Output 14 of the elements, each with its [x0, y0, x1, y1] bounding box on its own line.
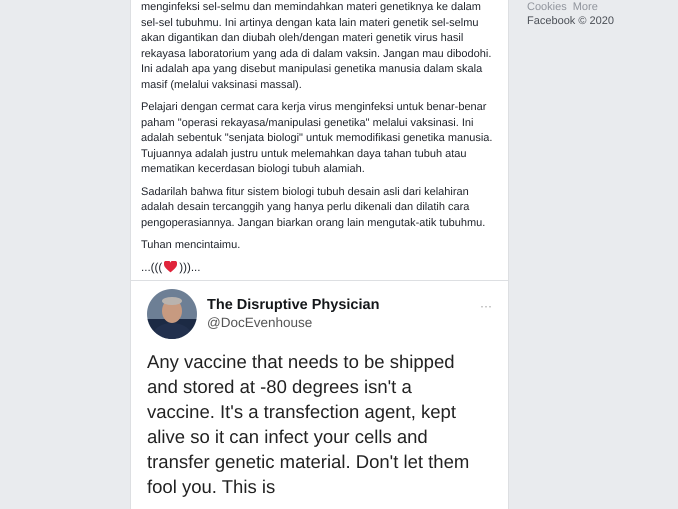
footer-link[interactable]: More	[572, 0, 598, 14]
more-options: ···	[480, 288, 492, 312]
post-paragraph: Pelajari dengan cermat cara kerja virus menginfeksi untuk benar-benar paham "operasi rekayasa/manipulasi genetika" melalui vaksinasi. Ini adalah sebentuk "senjata biologi" untuk memodifikasi genetika manusia. Tujuannya adalah justru untuk melemahkan daya tahan tubuh atau mematikan kecerdasan biologi tubuh alamiah.	[141, 100, 494, 177]
tweet-text: Any vaccine that needs to be shipped and stored at -80 degrees isn't a vaccine. It's a transfection agent, kept alive so it can infect your cells and transfer genetic material. Don't let them fool you. This is	[147, 350, 470, 498]
heart-icon	[164, 261, 178, 273]
post-paragraph: menginfeksi sel-selmu dan memindahkan materi genetiknya ke dalam sel-sel tubuhmu. Ini artinya dengan kata lain materi genetik sel-selmu akan digantikan dan diubah oleh/dengan materi genetik virus hasil rekayasa laboratorium yang ada di dalam vaksin. Jangan mau dibodohi. Ini adalah apa yang disebut manipulasi genetika manusia dalam skala masif (melalui vaksinasi massal).	[141, 0, 492, 92]
tweet-author-name: The Disruptive Physician	[207, 296, 380, 312]
tweet-handle: @DocEvenhouse	[207, 314, 314, 330]
signature-text: )))...	[179, 260, 200, 274]
post-paragraph: Sadarilah bahwa fitur sistem biologi tubuh desain asli dari kelahiran adalah desain tercanggih yang hanya perlu dikenali dan dilatih cara pengoperasiannya. Jangan biarkan orang lain mengutak-atik tubuhmu.	[141, 184, 486, 230]
post-paragraph: Tuhan mencintaimu.	[141, 238, 242, 253]
copyright-text: Facebook © 2020	[527, 14, 614, 28]
footer-link[interactable]: Cookies	[527, 0, 567, 14]
signature-text: ...(((	[141, 260, 162, 274]
